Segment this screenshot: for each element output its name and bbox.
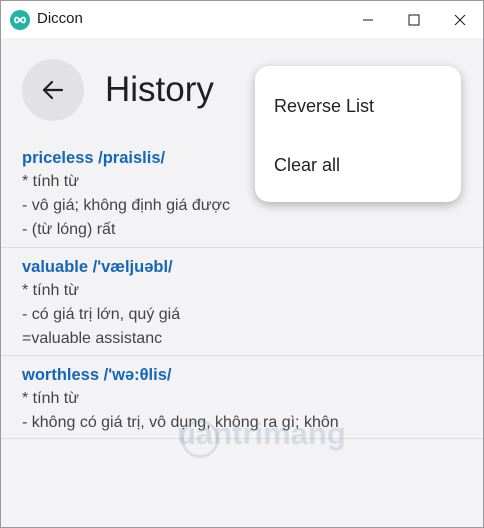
entry-line: * tính từ: [22, 282, 79, 299]
entry-line: - (từ lóng) rất: [22, 221, 116, 238]
divider: [1, 247, 483, 248]
app-window: Diccon History priceless /praislis/ * tí…: [0, 0, 484, 528]
page-title: History: [105, 70, 214, 109]
main-content: History priceless /praislis/ * tính từ -…: [1, 38, 483, 527]
menu-item-reverse-list[interactable]: Reverse List: [274, 96, 374, 117]
maximize-button[interactable]: [391, 1, 437, 38]
arrow-left-icon: [42, 80, 64, 100]
close-icon: [454, 14, 466, 25]
entry-line: * tính từ: [22, 390, 79, 407]
entry-line: =valuable assistanc: [22, 330, 163, 347]
menu-item-clear-all[interactable]: Clear all: [274, 155, 340, 176]
watermark: uantrimang: [177, 416, 346, 451]
infinity-logo-icon: [10, 10, 30, 30]
entry-line: - có giá trị lớn, quý giá: [22, 306, 181, 323]
entry-word: priceless /praislis/: [22, 149, 166, 167]
entry-line: * tính từ: [22, 173, 79, 190]
window-title: Diccon: [37, 10, 83, 27]
close-button[interactable]: [437, 1, 483, 38]
minimize-icon: [363, 19, 373, 20]
back-button[interactable]: [22, 59, 84, 121]
entry-word: worthless /'wə:θlis/: [22, 366, 172, 384]
entry-line: - vô giá; không định giá được: [22, 197, 230, 214]
entry-word: valuable /'væljuəbl/: [22, 258, 173, 276]
title-bar[interactable]: Diccon: [1, 1, 483, 38]
context-menu: Reverse List Clear all: [255, 66, 461, 202]
minimize-button[interactable]: [345, 1, 391, 38]
divider: [1, 355, 483, 356]
maximize-icon: [408, 14, 420, 25]
